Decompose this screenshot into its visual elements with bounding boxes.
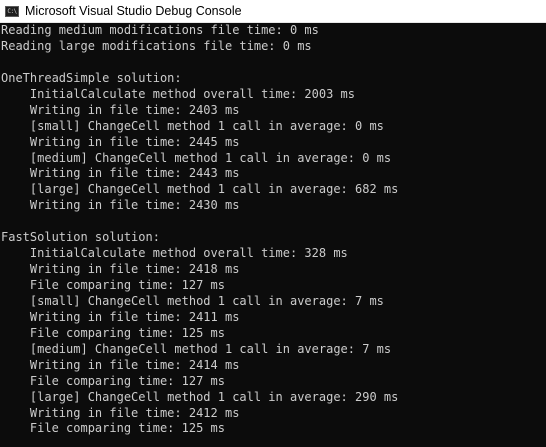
console-line: FastSolution solution:: [1, 230, 160, 245]
console-line: Reading medium modifications file time: …: [1, 23, 319, 37]
console-line: InitialCalculate method overall time: 32…: [1, 246, 348, 261]
console-line: File comparing time: 125 ms: [1, 421, 225, 436]
console-line: [medium] ChangeCell method 1 call in ave…: [1, 150, 392, 165]
console-line: Writing in file time: 2418 ms: [1, 262, 240, 277]
console-line: [large] ChangeCell method 1 call in aver…: [1, 389, 399, 404]
console-line: Writing in file time: 2445 ms: [1, 134, 240, 149]
console-line: [large] ChangeCell method 1 call in aver…: [1, 182, 399, 197]
console-line: OneThreadSimple solution:: [1, 70, 182, 85]
console-line: File comparing time: 127 ms: [1, 373, 225, 388]
console-line: File comparing time: 127 ms: [1, 278, 225, 292]
window-title: Microsoft Visual Studio Debug Console: [25, 4, 242, 18]
console-line: Writing in file time: 2430 ms: [1, 198, 240, 213]
console-line: Writing in file time: 2443 ms: [1, 166, 240, 181]
console-line: [medium] ChangeCell method 1 call in ave…: [1, 341, 392, 356]
console-app-icon: C:\: [5, 5, 19, 17]
console-output[interactable]: Reading medium modifications file time: …: [0, 23, 546, 447]
console-line: Reading large modifications file time: 0…: [1, 38, 312, 53]
console-line: Writing in file time: 2412 ms: [1, 405, 240, 420]
console-line: Writing in file time: 2403 ms: [1, 102, 240, 117]
debug-console-window: C:\ Microsoft Visual Studio Debug Consol…: [0, 0, 546, 447]
console-line: File comparing time: 125 ms: [1, 325, 225, 340]
console-line: [small] ChangeCell method 1 call in aver…: [1, 118, 384, 133]
console-line: [small] ChangeCell method 1 call in aver…: [1, 293, 384, 308]
console-line: Writing in file time: 2414 ms: [1, 357, 240, 372]
console-line: InitialCalculate method overall time: 20…: [1, 86, 356, 101]
console-line: Writing in file time: 2411 ms: [1, 309, 240, 324]
title-bar[interactable]: C:\ Microsoft Visual Studio Debug Consol…: [0, 0, 546, 23]
